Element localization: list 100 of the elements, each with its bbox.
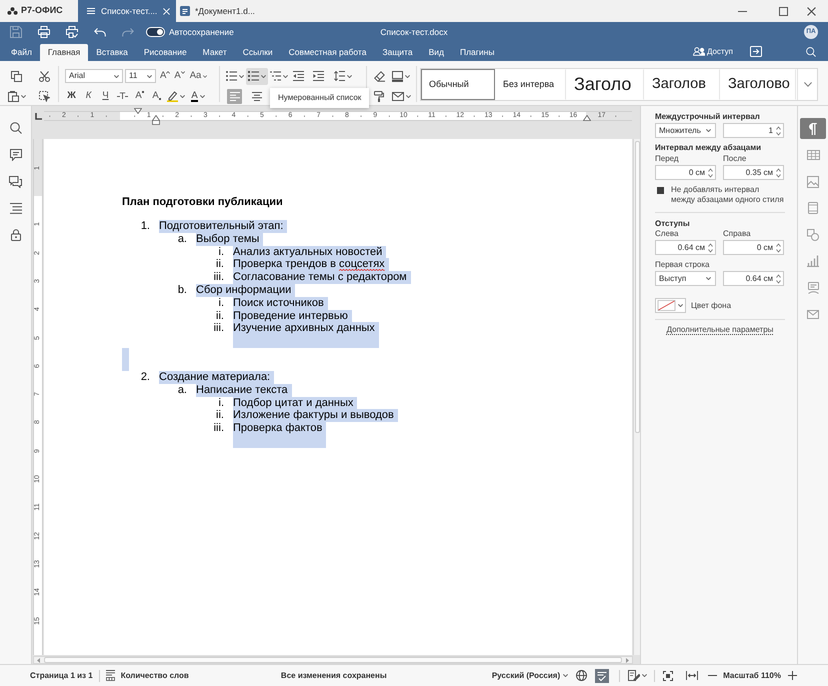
increase-font-button[interactable]: A xyxy=(160,70,170,82)
style-item[interactable]: Обычный xyxy=(421,69,495,100)
scrollbar-thumb[interactable] xyxy=(634,141,640,433)
caret-icon[interactable] xyxy=(20,94,26,98)
dashed-box-cursor-icon[interactable] xyxy=(38,90,50,102)
bold-button[interactable]: Ж xyxy=(63,88,80,104)
underline-button[interactable]: Ч xyxy=(97,88,114,104)
indent-marker-icon[interactable] xyxy=(134,108,142,114)
dropdown-field[interactable]: Множитель xyxy=(655,123,716,138)
decrease-indent-icon[interactable] xyxy=(292,71,304,81)
scissors-icon[interactable] xyxy=(38,70,50,82)
ribbon-tab[interactable]: Вставка xyxy=(88,44,136,61)
indent-marker-icon[interactable] xyxy=(152,115,160,125)
caret-icon[interactable] xyxy=(180,94,185,98)
caret-icon[interactable] xyxy=(261,74,266,78)
spin-field[interactable]: 1 xyxy=(723,123,784,138)
eraser-icon[interactable] xyxy=(374,70,384,82)
spin-field[interactable]: 0.35 см xyxy=(723,165,784,180)
vertical-scrollbar[interactable] xyxy=(633,139,640,655)
spin-arrows-icon[interactable] xyxy=(708,168,713,178)
ribbon-tab[interactable]: Рисование xyxy=(136,44,195,61)
ribbon-tab[interactable]: Ссылки xyxy=(234,44,281,61)
spin-field[interactable]: 0 см xyxy=(723,240,784,255)
spin-arrows-icon[interactable] xyxy=(776,126,781,136)
comment-icon[interactable] xyxy=(10,149,22,161)
font-color-button[interactable]: A xyxy=(187,88,209,104)
zoom-in-icon[interactable] xyxy=(788,671,797,680)
undo-icon[interactable] xyxy=(94,28,106,36)
highlighter-icon[interactable] xyxy=(167,90,178,102)
scrollbar-thumb[interactable] xyxy=(44,657,622,663)
style-item[interactable]: Заголов xyxy=(644,69,720,100)
fit-page-icon[interactable] xyxy=(663,670,674,680)
fit-width-icon[interactable] xyxy=(686,671,698,680)
tab-stop-icon[interactable] xyxy=(34,113,42,120)
copy-icon[interactable] xyxy=(11,70,22,82)
superscript-button[interactable]: A xyxy=(131,88,148,104)
search-icon[interactable] xyxy=(10,122,22,134)
strikethrough-button[interactable]: Т xyxy=(114,88,131,104)
globe-icon[interactable] xyxy=(576,670,588,681)
increase-indent-icon[interactable] xyxy=(312,71,324,81)
word-count-button[interactable]: Количество слов xyxy=(120,670,189,682)
font-size-field[interactable]: 11 xyxy=(125,69,156,83)
document-tab[interactable]: *Документ1.d... xyxy=(176,0,268,22)
checkbox[interactable] xyxy=(657,187,664,194)
spin-arrows-icon[interactable] xyxy=(776,242,781,252)
line-spacing-icon[interactable] xyxy=(334,71,345,81)
paste-icon[interactable] xyxy=(8,90,19,102)
envelope-icon[interactable] xyxy=(392,92,404,100)
arrow-in-box-icon[interactable] xyxy=(750,46,762,57)
shading-icon[interactable] xyxy=(392,70,403,82)
subscript-button[interactable]: A xyxy=(148,88,165,104)
font-name-field[interactable]: Arial xyxy=(65,69,123,83)
advanced-settings-link[interactable]: Дополнительные параметры xyxy=(666,325,774,335)
lock-icon[interactable] xyxy=(10,229,20,241)
printer-check-icon[interactable] xyxy=(66,26,78,38)
spin-arrows-icon[interactable] xyxy=(776,274,781,284)
search-icon[interactable] xyxy=(806,46,816,56)
printer-icon[interactable] xyxy=(38,26,50,38)
document-pen-icon[interactable] xyxy=(628,670,640,681)
spin-field[interactable]: 0.64 см xyxy=(655,240,716,255)
spin-arrows-icon[interactable] xyxy=(708,242,713,252)
sidebar-tab[interactable] xyxy=(800,118,826,139)
spellcheck-icon[interactable] xyxy=(595,668,610,682)
spin-arrows-icon[interactable] xyxy=(776,168,781,178)
paint-roller-icon[interactable] xyxy=(374,90,384,102)
spin-field[interactable]: 0.64 см xyxy=(723,271,784,286)
minimize-icon[interactable] xyxy=(738,10,747,12)
caret-icon[interactable] xyxy=(405,74,410,78)
decrease-font-button[interactable]: A xyxy=(174,70,185,82)
dropdown-field[interactable]: Выступ xyxy=(655,271,716,286)
caret-icon[interactable] xyxy=(347,74,352,78)
ribbon-tab[interactable]: Плагины xyxy=(452,44,502,61)
ribbon-tab[interactable]: Макет xyxy=(194,44,235,61)
chat-icon[interactable] xyxy=(9,176,22,188)
toggle-switch[interactable] xyxy=(146,27,165,37)
spin-field[interactable]: 0 см xyxy=(655,165,716,180)
document-tab[interactable]: Список-тест.... xyxy=(78,0,176,22)
caret-icon[interactable] xyxy=(283,74,288,78)
italic-button[interactable]: К xyxy=(80,88,97,104)
caret-icon[interactable] xyxy=(239,74,244,78)
word-count-icon[interactable] xyxy=(106,670,115,681)
change-case-button[interactable]: Aa xyxy=(190,68,208,84)
caret-icon[interactable] xyxy=(563,674,568,677)
caret-icon[interactable] xyxy=(678,304,683,307)
style-item[interactable]: Заголово xyxy=(720,69,796,100)
ribbon-tab[interactable]: Защита xyxy=(374,44,421,61)
ribbon-tab[interactable]: Вид xyxy=(420,44,452,61)
horizontal-scrollbar[interactable] xyxy=(33,656,633,664)
ribbon-tab[interactable]: Совместная работа xyxy=(280,44,374,61)
caret-icon[interactable] xyxy=(200,94,205,98)
style-item[interactable]: Без интерва xyxy=(495,69,566,100)
color-picker-button[interactable] xyxy=(655,298,686,313)
indent-marker-icon[interactable] xyxy=(583,115,591,121)
caret-icon[interactable] xyxy=(642,674,648,677)
caret-icon[interactable] xyxy=(406,94,410,98)
numbered-list-button[interactable] xyxy=(246,68,268,84)
menu-icon[interactable] xyxy=(87,8,95,14)
language-dropdown[interactable]: Русский (Россия) xyxy=(492,670,568,682)
share-button[interactable]: Доступ xyxy=(692,46,733,58)
ribbon-tab[interactable]: Файл xyxy=(3,44,40,61)
